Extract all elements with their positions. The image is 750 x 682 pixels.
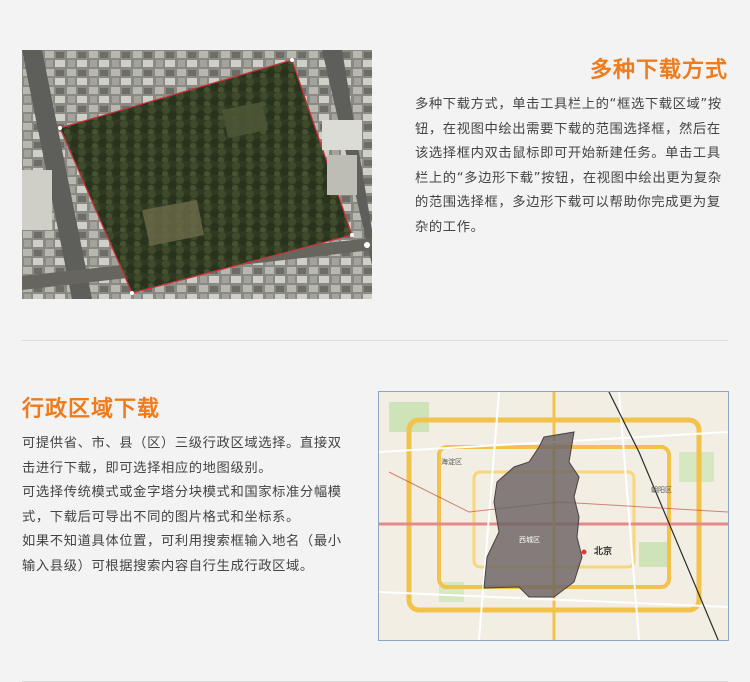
map-label-city: 北京 (594, 545, 612, 557)
section-description-download-modes: 多种下载方式，单击工具栏上的“框选下载区域”按钮，在视图中绘出需要下载的范围选择… (415, 93, 727, 241)
feature-section-download-modes: 多种下载方式 多种下载方式，单击工具栏上的“框选下载区域”按钮，在视图中绘出需要… (0, 0, 750, 340)
feature-section-admin-region-download: 行政区域下载 可提供省、市、县（区）三级行政区域选择。直接双击进行下载，即可选择… (0, 341, 750, 681)
description-paragraph-1: 可提供省、市、县（区）三级行政区域选择。直接双击进行下载，即可选择相应的地图级别… (22, 436, 342, 476)
city-marker-icon (581, 549, 587, 555)
map-label-chaoyang: 朝阳区 (651, 485, 672, 494)
section-title-admin-region: 行政区域下载 (22, 397, 161, 422)
description-paragraph: 多种下载方式，单击工具栏上的“框选下载区域”按钮，在视图中绘出需要下载的范围选择… (415, 97, 722, 235)
satellite-map-graphic (22, 50, 372, 299)
description-paragraph-2: 可选择传统模式或金字塔分块模式和国家标准分幅模式，下载后可导出不同的图片格式和坐… (22, 485, 342, 525)
street-map-image: 西城区 北京 海淀区 朝阳区 (378, 391, 729, 641)
section-description-admin-region: 可提供省、市、县（区）三级行政区域选择。直接双击进行下载，即可选择相应的地图级别… (22, 432, 352, 580)
section-title-download-modes: 多种下载方式 (589, 58, 728, 83)
satellite-image (22, 50, 372, 299)
description-paragraph-3: 如果不知道具体位置，可利用搜索框输入地名（最小输入县级）可根据搜索内容自行生成行… (22, 534, 342, 574)
street-map-graphic: 西城区 北京 海淀区 朝阳区 (379, 392, 728, 640)
map-label-district: 西城区 (519, 536, 540, 544)
map-label-haidian: 海淀区 (441, 457, 462, 466)
